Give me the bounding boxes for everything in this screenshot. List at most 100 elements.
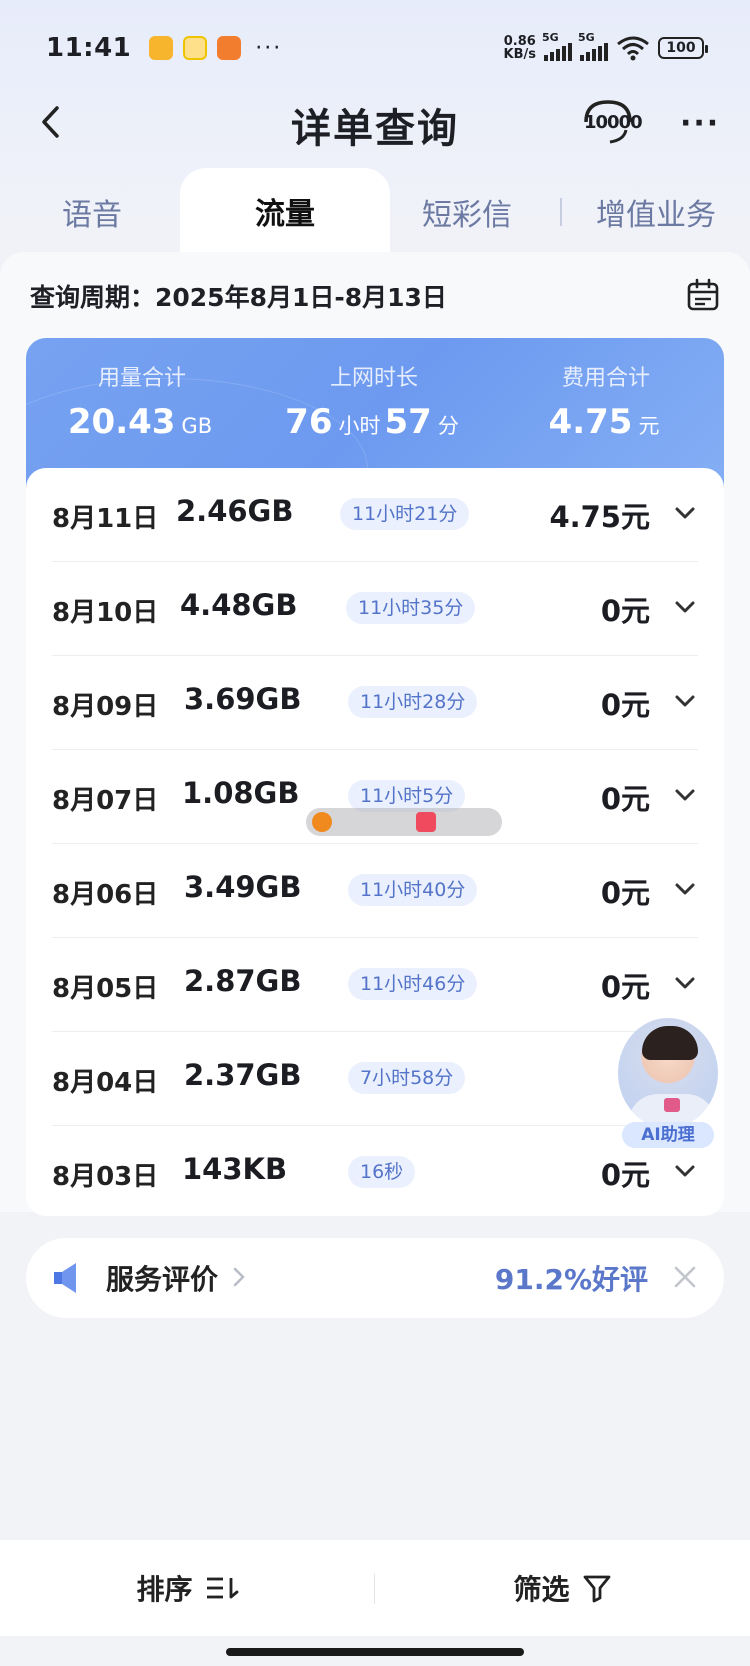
record-row[interactable]: 8月09日 3.69GB 11小时28分 0元 <box>26 656 724 750</box>
summary-usage: 用量合计 20.43 GB <box>26 360 258 442</box>
record-date: 8月05日 <box>52 974 159 1004</box>
tab-bar: 语音 流量 短彩信 增值业务 <box>0 168 750 254</box>
hotline-number: 10000 <box>584 112 643 133</box>
chevron-down-icon[interactable] <box>674 690 696 712</box>
record-size: 3.49GB <box>184 870 302 904</box>
sort-button[interactable]: 排序 <box>0 1540 375 1636</box>
summary-hours: 76 <box>285 402 333 442</box>
record-duration-tag: 7小时58分 <box>348 1062 466 1094</box>
record-size: 4.48GB <box>180 588 298 622</box>
record-fee: 0元 <box>600 970 650 1004</box>
signal-label-2: 5G <box>578 31 595 44</box>
record-row[interactable]: 8月10日 4.48GB 11小时35分 0元 <box>26 562 724 656</box>
more-options-button[interactable]: ··· <box>680 106 720 141</box>
summary-hours-unit: 小时 <box>338 414 381 438</box>
record-duration-tag: 11小时28分 <box>348 686 478 718</box>
record-fee: 0元 <box>600 876 650 910</box>
filter-button[interactable]: 筛选 <box>375 1540 750 1636</box>
record-row[interactable]: 8月06日 3.49GB 11小时40分 0元 <box>26 844 724 938</box>
tab-value-added[interactable]: 增值业务 <box>596 190 716 234</box>
record-fee: 4.75元 <box>549 500 650 534</box>
tab-data[interactable]: 流量 <box>180 168 390 254</box>
ai-assistant-button[interactable]: AI助理 <box>614 1012 720 1148</box>
chevron-right-icon <box>233 1267 245 1287</box>
battery-level: 100 <box>666 40 696 56</box>
status-time: 11:41 <box>46 33 132 63</box>
record-date: 8月11日 <box>52 504 159 534</box>
watermark-logo-icon <box>312 812 332 832</box>
summary-fee-number: 4.75 <box>548 402 633 442</box>
evaluation-rate: 91.2%好评 <box>494 1263 648 1296</box>
more-notifications-icon: ··· <box>255 35 283 61</box>
notes-app-icon <box>149 36 174 60</box>
summary-fee-value: 4.75 元 <box>490 402 722 442</box>
summary-minutes: 57 <box>384 402 432 442</box>
home-indicator[interactable] <box>226 1648 524 1656</box>
signal-label: 5G <box>542 31 559 44</box>
record-duration-tag: 11小时46分 <box>348 968 478 1000</box>
record-duration-tag: 11小时40分 <box>348 874 478 906</box>
record-fee: 0元 <box>600 1158 650 1192</box>
summary-fee-label: 费用合计 <box>561 366 650 391</box>
page-header: 详单查询 10000 ··· <box>0 86 750 158</box>
chevron-down-icon[interactable] <box>674 1160 696 1182</box>
tab-sms-mms[interactable]: 短彩信 <box>422 190 512 234</box>
evaluation-label: 服务评价 <box>106 1263 219 1296</box>
summary-duration: 上网时长 76 小时 57 分 <box>258 360 490 442</box>
bottom-action-bar: 排序 筛选 <box>0 1540 750 1636</box>
network-speed-unit: KB/s <box>503 47 536 62</box>
record-size: 2.37GB <box>184 1058 302 1092</box>
network-speed: 0.86 KB/s <box>504 35 536 61</box>
assistant-label: AI助理 <box>622 1122 714 1148</box>
record-duration-tag: 16秒 <box>348 1156 416 1188</box>
customer-service-button[interactable]: 10000 <box>580 96 643 148</box>
record-date: 8月09日 <box>52 692 159 722</box>
calendar-icon[interactable] <box>686 278 720 312</box>
sort-icon <box>206 1577 238 1599</box>
chevron-down-icon[interactable] <box>674 596 696 618</box>
record-size: 2.46GB <box>176 494 294 528</box>
bottom-divider <box>374 1574 375 1604</box>
chevron-down-icon[interactable] <box>674 878 696 900</box>
record-fee: 0元 <box>600 688 650 722</box>
record-date: 8月03日 <box>52 1162 159 1192</box>
chevron-down-icon[interactable] <box>674 784 696 806</box>
record-size: 143KB <box>182 1152 288 1186</box>
filter-icon <box>583 1575 610 1603</box>
record-row[interactable]: 8月11日 2.46GB 11小时21分 4.75元 <box>26 468 724 562</box>
assistant-avatar <box>618 1018 718 1128</box>
summary-usage-label: 用量合计 <box>97 366 186 391</box>
tab-divider <box>560 198 562 226</box>
record-date: 8月10日 <box>52 598 159 628</box>
usage-summary: 用量合计 20.43 GB 上网时长 76 小时 57 分 费用合计 4.75 元 <box>26 338 724 488</box>
service-evaluation-bar[interactable]: 服务评价 91.2%好评 <box>26 1238 724 1318</box>
chevron-down-icon[interactable] <box>674 972 696 994</box>
status-bar: 11:41 ··· 0.86 KB/s 5G 5G 100 <box>0 0 750 96</box>
status-app-icons <box>149 36 242 60</box>
chevron-down-icon[interactable] <box>674 502 696 524</box>
record-date: 8月07日 <box>52 786 159 816</box>
signal-strength-icon-2: 5G <box>578 31 608 61</box>
record-fee: 0元 <box>600 782 650 816</box>
signal-strength-icon: 5G <box>542 31 572 61</box>
video-app-icon <box>217 36 242 60</box>
summary-usage-unit: GB <box>181 414 213 438</box>
watermark-logo-icon-2 <box>416 812 436 832</box>
tab-voice[interactable]: 语音 <box>62 190 122 234</box>
record-duration-tag: 11小时21分 <box>340 498 470 530</box>
summary-duration-value: 76 小时 57 分 <box>258 402 490 442</box>
close-icon[interactable] <box>672 1264 698 1290</box>
summary-usage-value: 20.43 GB <box>26 402 258 442</box>
speaker-icon <box>54 1263 76 1293</box>
summary-minutes-unit: 分 <box>437 414 459 438</box>
filter-label: 筛选 <box>513 1573 570 1606</box>
record-fee: 0元 <box>600 594 650 628</box>
record-size: 3.69GB <box>184 682 302 716</box>
record-duration-tag: 11小时35分 <box>346 592 476 624</box>
record-size: 2.87GB <box>184 964 302 998</box>
summary-usage-number: 20.43 <box>67 402 176 442</box>
summary-fee: 费用合计 4.75 元 <box>490 360 722 442</box>
sort-label: 排序 <box>136 1573 193 1606</box>
battery-icon: 100 <box>658 37 708 59</box>
wifi-icon <box>617 36 649 61</box>
